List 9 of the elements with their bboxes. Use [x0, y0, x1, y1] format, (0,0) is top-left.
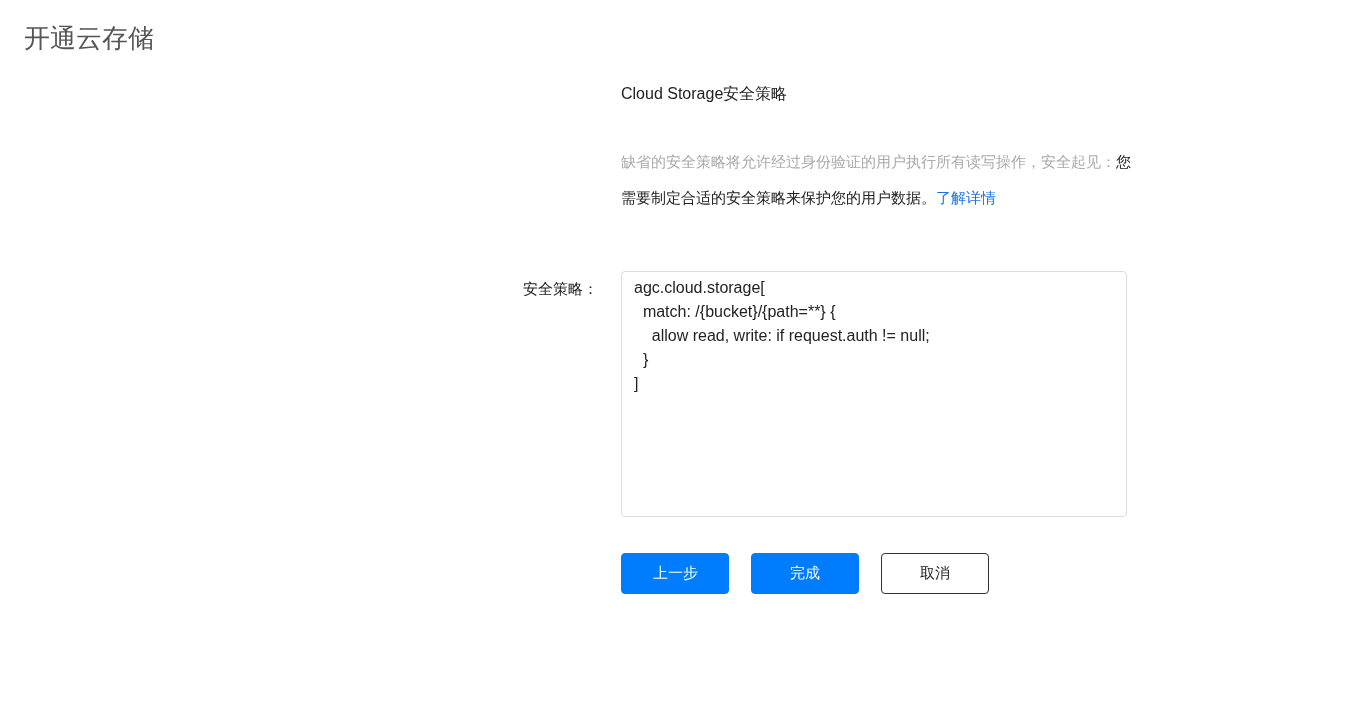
policy-editor[interactable]: agc.cloud.storage[ match: /{bucket}/{path=**} { allow read, write: if request.auth != null; } ]	[621, 271, 1127, 517]
action-button[interactable]: 完成	[751, 553, 859, 594]
action-button[interactable]: 上一步	[621, 553, 729, 594]
action-button[interactable]: 取消	[881, 553, 989, 594]
notice-text: 缺省的安全策略将允许经过身份验证的用户执行所有读写操作，安全起见：您需要制定合适的安全策略来保护您的用户数据。了解详情	[621, 152, 1132, 208]
learn-more-link[interactable]: 了解详情	[936, 189, 996, 206]
section-heading: Cloud Storage安全策略	[621, 84, 789, 104]
page-title: 开通云存储	[24, 22, 155, 55]
policy-label: 安全策略：	[522, 279, 598, 299]
